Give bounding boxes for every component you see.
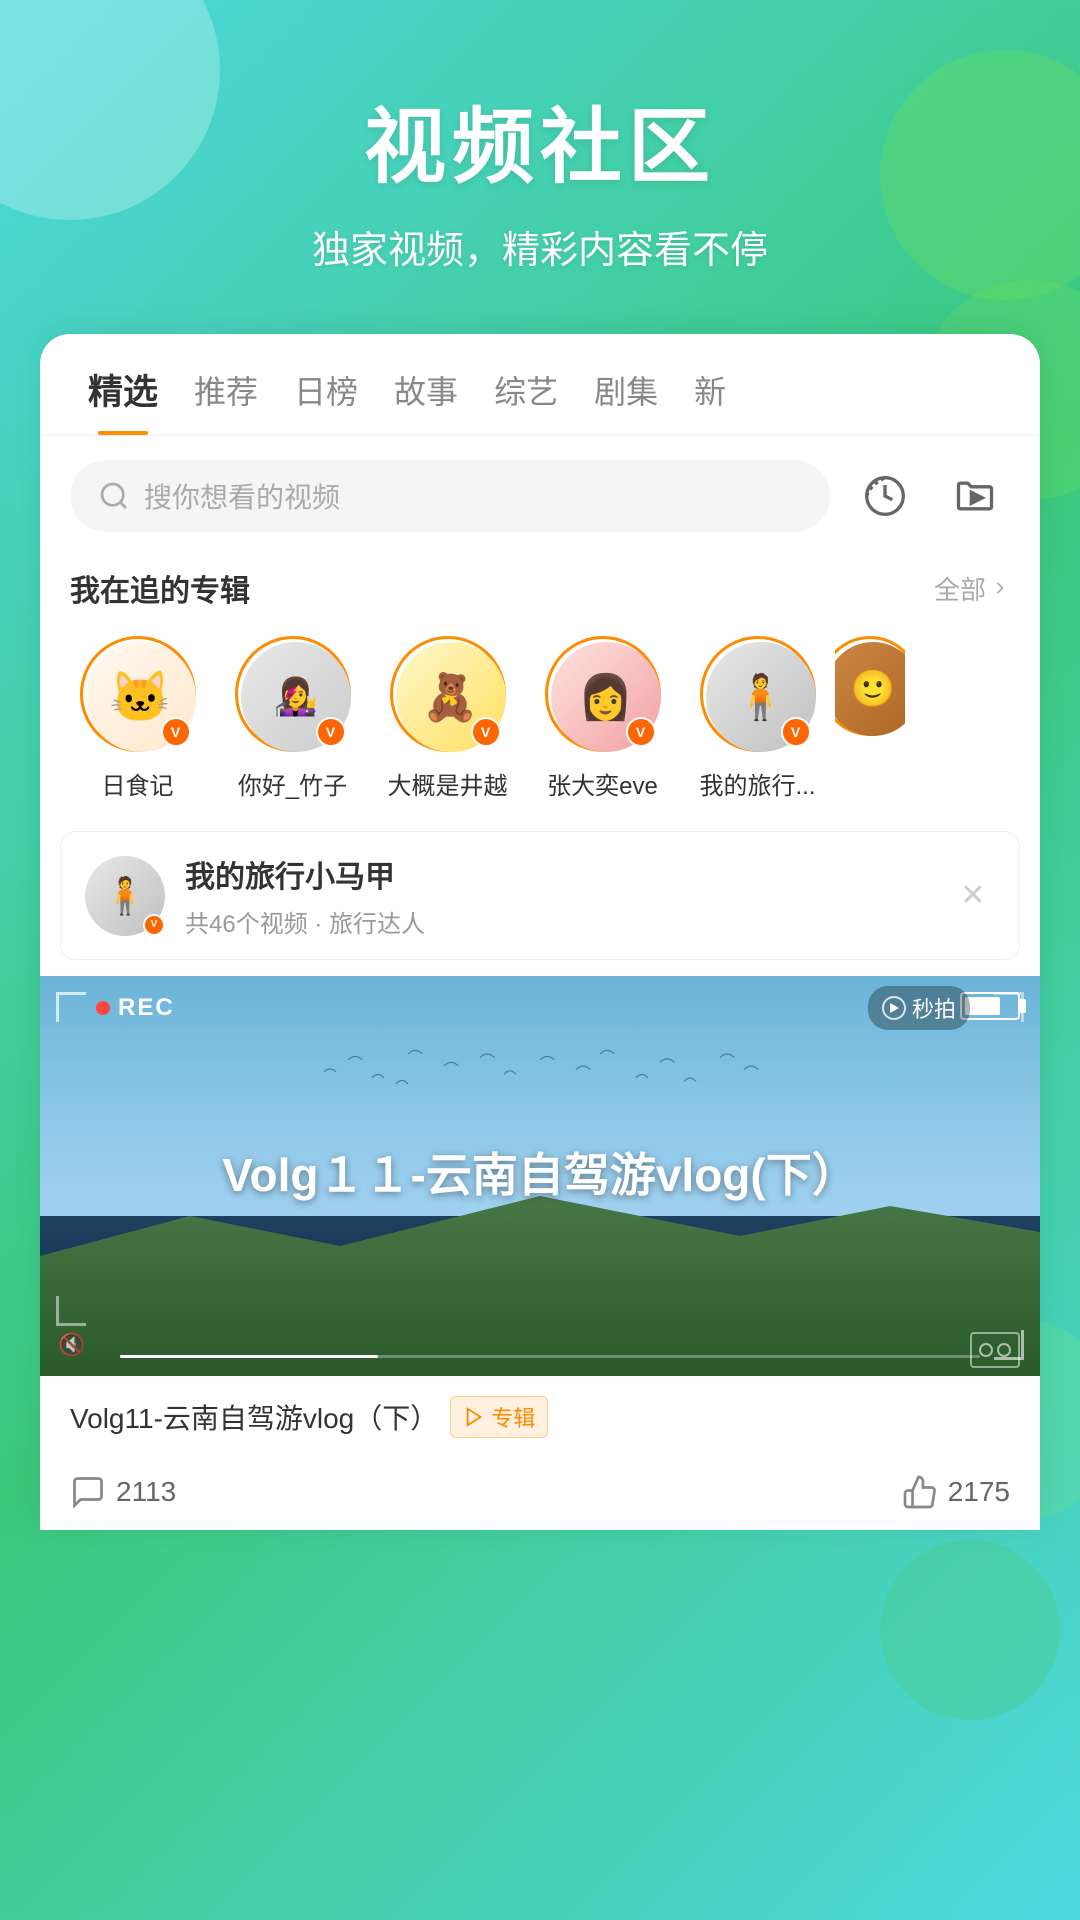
search-icon [98,480,130,512]
cassette-icon [970,1332,1020,1368]
stats-row: 2113 2175 [40,1458,1040,1530]
main-card: 精选 推荐 日榜 故事 综艺 剧集 新 搜你想看的视频 [40,334,1040,1530]
avatar-ring-1: 👩‍🎤 [235,636,351,752]
bg-blob-br2 [880,1540,1060,1720]
rec-text: REC [118,994,175,1022]
rec-dot [96,1001,110,1015]
video-title-overlay: Volg１１-云南自驾游vlog(下） [90,1146,990,1206]
info-desc: 共46个视频 · 旅行达人 [185,904,931,939]
cassette-reel-1 [979,1343,993,1357]
avatar-label-2: 大概是井越 [388,766,508,801]
progress-fill [120,1355,378,1358]
info-name: 我的旅行小马甲 [185,852,931,896]
avatar-item-0[interactable]: 🐱 日食记 [60,636,215,801]
avatar-item-5[interactable]: 🙂 [835,636,905,750]
like-icon [902,1474,938,1510]
corner-bl [56,1296,86,1326]
birds-svg [140,1036,940,1156]
following-more[interactable]: 全部 [934,570,1010,607]
tab-new[interactable]: 新 [676,367,744,433]
avatar-item-4[interactable]: 🧍 我的旅行... [680,636,835,801]
tab-gushi[interactable]: 故事 [376,367,476,433]
following-title: 我在追的专辑 [70,566,250,610]
cassette-reel-2 [997,1343,1011,1357]
info-text: 我的旅行小马甲 共46个视频 · 旅行达人 [185,852,931,939]
info-panel: 🧍 V 我的旅行小马甲 共46个视频 · 旅行达人 ✕ [60,831,1020,960]
avatar-item-3[interactable]: 👩 张大奕eve [525,636,680,801]
following-section-header: 我在追的专辑 全部 [40,556,1040,626]
comments-stat[interactable]: 2113 [70,1474,176,1510]
avatar-vip-4 [781,717,811,747]
rec-badge: REC [96,994,175,1022]
comments-count: 2113 [116,1476,176,1508]
video-container[interactable]: REC 秒拍 Volg１１-云南自驾游vlog(下） 🔇 [40,976,1040,1376]
search-area: 搜你想看的视频 [40,436,1040,556]
likes-count: 2175 [948,1476,1010,1508]
avatar-ring-5: 🙂 [835,636,905,736]
info-panel-vip: V [143,914,165,936]
search-placeholder: 搜你想看的视频 [144,476,340,516]
info-panel-avatar: 🧍 V [85,856,165,936]
video-title: Volg１１-云南自驾游vlog(下） [90,1146,990,1206]
album-label: 专辑 [491,1401,535,1433]
tab-ribang[interactable]: 日榜 [276,367,376,433]
avatar-label-0: 日食记 [102,766,174,801]
avatar-vip-3 [626,717,656,747]
video-title-text: Volg11-云南自驾游vlog（下） [70,1397,438,1437]
tab-zongyi[interactable]: 综艺 [476,367,576,433]
avatar-list: 🐱 日食记 👩‍🎤 你好_竹子 🧸 大概是井越 👩 [40,626,1040,831]
avatar-ring-2: 🧸 [390,636,506,752]
history-button[interactable] [850,461,920,531]
volume-control: 🔇 [58,1332,85,1358]
avatar-item-2[interactable]: 🧸 大概是井越 [370,636,525,801]
avatar-image-5: 🙂 [835,642,905,736]
video-bg: REC 秒拍 Volg１１-云南自驾游vlog(下） 🔇 [40,976,1040,1376]
battery-fill [965,997,1000,1015]
page-title: 视频社区 [40,80,1040,199]
top-right-overlay[interactable]: 秒拍 [868,986,970,1030]
overlay-label: 秒拍 [912,992,956,1024]
avatar-label-1: 你好_竹子 [238,766,347,801]
video-bottom: Volg11-云南自驾游vlog（下） 专辑 [40,1376,1040,1458]
comment-icon [70,1474,106,1510]
video-meta-title: Volg11-云南自驾游vlog（下） 专辑 [70,1396,1010,1438]
video-folder-button[interactable] [940,461,1010,531]
header: 视频社区 独家视频，精彩内容看不停 [0,0,1080,334]
overlay-play-icon [882,996,906,1020]
tabs-bar: 精选 推荐 日榜 故事 综艺 剧集 新 [40,334,1040,436]
tab-tuijian[interactable]: 推荐 [176,367,276,433]
tab-juju[interactable]: 剧集 [576,367,676,433]
volume-icon: 🔇 [58,1332,85,1358]
info-close-button[interactable]: ✕ [951,874,995,918]
avatar-ring-3: 👩 [545,636,661,752]
avatar-vip-0 [161,717,191,747]
avatar-vip-1 [316,717,346,747]
page-subtitle: 独家视频，精彩内容看不停 [40,219,1040,274]
tab-jingxuan[interactable]: 精选 [70,364,176,435]
album-tag[interactable]: 专辑 [450,1396,548,1438]
avatar-vip-2 [471,717,501,747]
corner-tl [56,992,86,1022]
avatar-label-4: 我的旅行... [699,766,815,801]
avatar-label-3: 张大奕eve [547,766,658,801]
avatar-item-1[interactable]: 👩‍🎤 你好_竹子 [215,636,370,801]
search-input-wrap[interactable]: 搜你想看的视频 [70,460,830,532]
avatar-ring-0: 🐱 [80,636,196,752]
avatar-ring-4: 🧍 [700,636,816,752]
likes-stat[interactable]: 2175 [902,1474,1010,1510]
progress-bar[interactable] [120,1355,980,1358]
